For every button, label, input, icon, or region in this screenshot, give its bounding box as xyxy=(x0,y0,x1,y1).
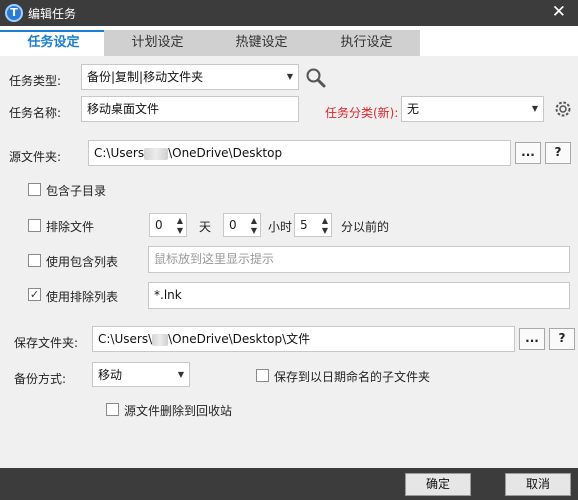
delete-to-recycle-label: 源文件删除到回收站 xyxy=(124,404,233,418)
minutes-stepper[interactable]: 5 ▲ ▼ xyxy=(294,213,332,237)
app-logo-icon: T xyxy=(5,4,23,22)
chevron-up-icon[interactable]: ▲ xyxy=(177,216,183,225)
save-path-suffix: \OneDrive\Desktop\文件 xyxy=(168,332,311,346)
save-browse-button[interactable]: ... xyxy=(519,328,545,350)
source-help-button[interactable]: ? xyxy=(545,142,571,164)
backup-mode-select[interactable]: 移动 ▼ xyxy=(92,362,190,387)
exclude-list-input[interactable]: *.lnk xyxy=(148,282,570,309)
cancel-button[interactable]: 取消 xyxy=(505,473,571,496)
task-name-label: 任务名称: xyxy=(9,106,62,120)
use-exclude-list-label: 使用排除列表 xyxy=(46,290,119,304)
chevron-up-icon[interactable]: ▲ xyxy=(322,216,328,225)
dialog-footer: 确定 取消 xyxy=(0,468,578,500)
include-list-input[interactable]: 鼠标放到这里显示提示 xyxy=(148,246,570,273)
chevron-down-icon: ▼ xyxy=(177,370,184,379)
hours-unit-label: 小时 xyxy=(268,220,293,234)
task-name-input[interactable]: 移动桌面文件 xyxy=(81,96,299,122)
backup-mode-value: 移动 xyxy=(98,368,123,382)
use-include-list-checkbox[interactable] xyxy=(28,254,41,267)
use-include-list-label: 使用包含列表 xyxy=(46,255,119,269)
hours-stepper[interactable]: 0 ▲ ▼ xyxy=(223,213,261,237)
redacted-username xyxy=(152,333,169,346)
days-value: 0 xyxy=(155,218,163,232)
save-help-button[interactable]: ? xyxy=(549,328,575,350)
exclude-files-label: 排除文件 xyxy=(46,220,95,234)
redacted-username xyxy=(144,147,169,160)
task-category-select[interactable]: 无 ▼ xyxy=(401,96,544,122)
tab-bar-filler xyxy=(420,30,578,56)
task-category-value: 无 xyxy=(407,102,420,116)
minutes-value: 5 xyxy=(300,218,308,232)
chevron-down-icon[interactable]: ▼ xyxy=(177,226,183,235)
delete-to-recycle-checkbox[interactable] xyxy=(106,403,119,416)
gear-icon[interactable] xyxy=(553,99,573,119)
source-folder-input[interactable]: C:\Users \OneDrive\Desktop xyxy=(88,140,511,166)
tab-bar: 任务设定 计划设定 热键设定 执行设定 xyxy=(0,26,578,56)
backup-mode-label: 备份方式: xyxy=(14,372,67,386)
chevron-down-icon[interactable]: ▼ xyxy=(322,226,328,235)
chevron-down-icon: ▼ xyxy=(531,104,538,113)
save-folder-input[interactable]: C:\Users\ \OneDrive\Desktop\文件 xyxy=(92,326,515,352)
close-icon[interactable]: ✕ xyxy=(552,2,566,22)
hours-value: 0 xyxy=(229,218,237,232)
chevron-down-icon: ▼ xyxy=(286,72,293,81)
title-bar: T 编辑任务 ✕ xyxy=(0,0,578,26)
save-dated-subfolder-label: 保存到以日期命名的子文件夹 xyxy=(274,370,431,384)
save-folder-label: 保存文件夹: xyxy=(14,336,79,350)
task-type-label: 任务类型: xyxy=(9,74,62,88)
ok-button[interactable]: 确定 xyxy=(405,473,471,496)
tab-execution-settings[interactable]: 执行设定 xyxy=(313,30,420,56)
use-exclude-list-checkbox[interactable]: ✓ xyxy=(28,288,41,301)
include-subdirs-label: 包含子目录 xyxy=(46,184,107,198)
tab-hotkey-settings[interactable]: 热键设定 xyxy=(208,30,315,56)
exclude-files-checkbox[interactable] xyxy=(28,219,41,232)
task-type-value: 备份|复制|移动文件夹 xyxy=(87,70,204,84)
chevron-up-icon[interactable]: ▲ xyxy=(251,216,257,225)
source-folder-label: 源文件夹: xyxy=(9,150,62,164)
source-path-suffix: \OneDrive\Desktop xyxy=(168,146,283,160)
minutes-unit-label: 分以前的 xyxy=(341,220,390,234)
task-settings-panel: 任务类型: 备份|复制|移动文件夹 ▼ 任务名称: 移动桌面文件 任务分类(新)… xyxy=(0,56,578,468)
days-unit-label: 天 xyxy=(199,220,212,234)
tab-schedule-settings[interactable]: 计划设定 xyxy=(104,30,211,56)
task-category-label: 任务分类(新): xyxy=(325,106,399,120)
days-stepper[interactable]: 0 ▲ ▼ xyxy=(149,213,187,237)
source-path-prefix: C:\Users xyxy=(94,146,145,160)
window-title: 编辑任务 xyxy=(28,7,77,21)
tab-task-settings[interactable]: 任务设定 xyxy=(0,30,107,56)
include-subdirs-checkbox[interactable] xyxy=(28,183,41,196)
source-browse-button[interactable]: ... xyxy=(515,142,541,164)
task-type-select[interactable]: 备份|复制|移动文件夹 ▼ xyxy=(81,64,299,90)
chevron-down-icon[interactable]: ▼ xyxy=(251,226,257,235)
save-path-prefix: C:\Users\ xyxy=(98,332,153,346)
search-icon[interactable] xyxy=(305,67,327,89)
save-dated-subfolder-checkbox[interactable] xyxy=(256,369,269,382)
